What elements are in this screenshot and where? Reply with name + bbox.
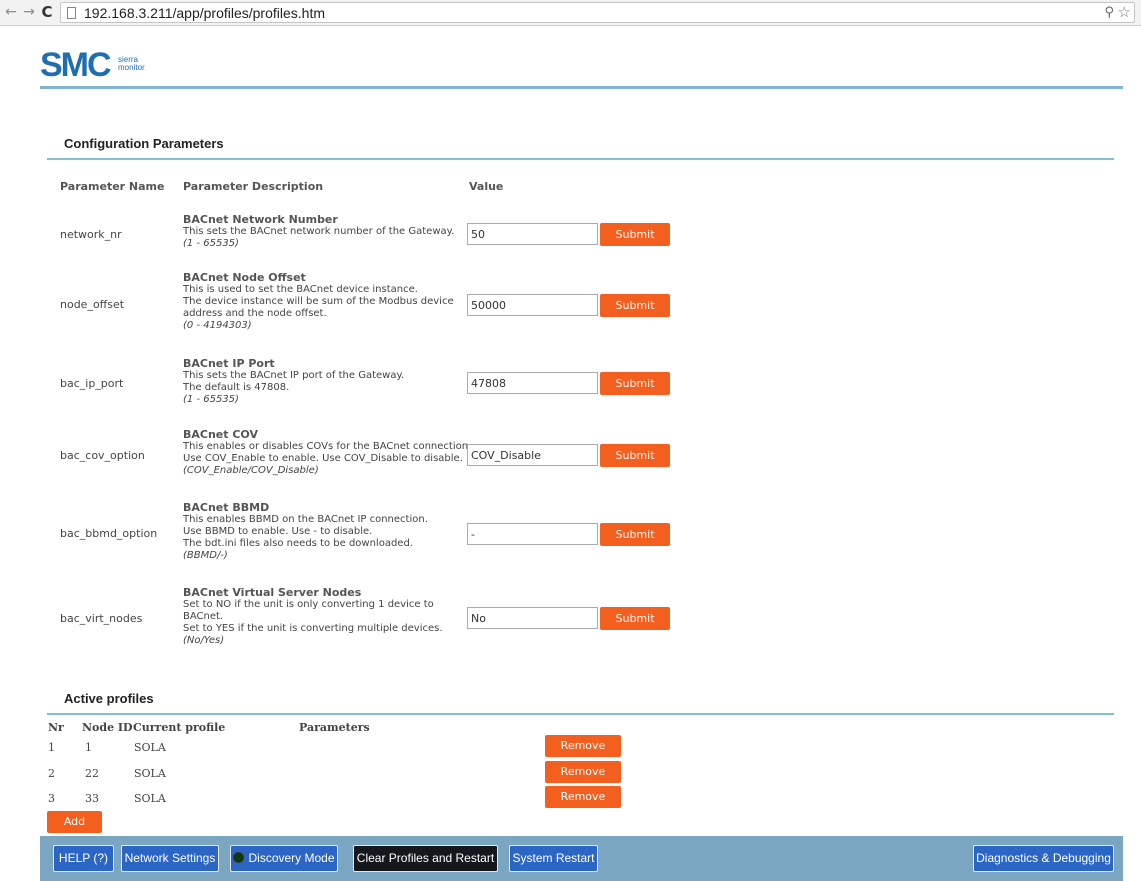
parameter-value-input[interactable] [467,607,598,629]
parameter-name: bac_bbmd_option [60,527,158,540]
profile-cell-nr: 1 [48,741,55,754]
profile-cell-profile: SOLA [134,792,166,805]
submit-button[interactable]: Submit [600,223,670,246]
col-parameters: Parameters [299,721,370,734]
browser-toolbar: ← → C 192.168.3.211/app/profiles/profile… [0,0,1141,26]
parameter-range: (No/Yes) [183,635,225,646]
config-section-divider [47,158,1114,160]
parameter-description: BACnet IP Port This sets the BACnet IP po… [183,358,473,406]
parameter-name: network_nr [60,228,122,241]
header-divider [40,86,1123,89]
submit-button[interactable]: Submit [600,523,670,546]
col-parameter-description: Parameter Description [183,180,324,193]
col-node-id: Node ID [82,721,133,734]
remove-profile-button[interactable]: Remove [545,761,621,783]
url-text[interactable]: 192.168.3.211/app/profiles/profiles.htm [84,4,325,22]
parameter-name: bac_virt_nodes [60,612,143,625]
discovery-mode-button[interactable]: Discovery Mode [230,845,338,872]
submit-button[interactable]: Submit [600,294,670,317]
bookmark-star-icon[interactable]: ☆ [1118,3,1131,21]
parameter-description-line: This is used to set the BACnet device in… [183,284,418,295]
parameter-description-line: Use BBMD to enable. Use - to disable. [183,526,373,537]
parameter-description-line: Set to NO if the unit is only converting… [183,599,434,622]
parameter-range: (1 - 65535) [183,238,239,249]
remove-profile-button[interactable]: Remove [545,786,621,808]
col-current-profile: Current profile [133,721,226,734]
col-parameter-name: Parameter Name [60,180,165,193]
col-nr: Nr [48,721,64,734]
parameter-value-input[interactable] [467,294,598,316]
parameter-range: (1 - 65535) [183,394,239,405]
parameter-title: BACnet Virtual Server Nodes [183,586,362,599]
parameter-description-line: Use COV_Enable to enable. Use COV_Disabl… [183,453,463,464]
parameter-description-line: This sets the BACnet network number of t… [183,226,455,237]
parameter-description-line: This enables BBMD on the BACnet IP conne… [183,514,428,525]
add-profile-button[interactable]: Add [47,811,102,833]
parameter-description-line: The default is 47808. [183,382,290,393]
parameter-title: BACnet Node Offset [183,271,306,284]
parameter-range: (0 - 4194303) [183,320,252,331]
parameter-name: node_offset [60,298,125,311]
footer-bar: HELP (?) Network Settings Discovery Mode… [40,836,1123,881]
parameter-title: BACnet COV [183,428,258,441]
parameter-range: (COV_Enable/COV_Disable) [183,465,319,476]
parameter-description-line: This sets the BACnet IP port of the Gate… [183,370,405,381]
parameter-description: BACnet Virtual Server Nodes Set to NO if … [183,587,473,647]
parameter-value-input[interactable] [467,223,598,245]
reload-icon[interactable]: C [38,3,56,21]
parameter-title: BACnet Network Number [183,213,338,226]
parameter-description-line: This enables or disables COVs for the BA… [183,441,472,452]
address-bar[interactable]: 192.168.3.211/app/profiles/profiles.htm … [60,2,1135,23]
parameter-name: bac_ip_port [60,377,124,390]
parameter-title: BACnet BBMD [183,501,270,514]
system-restart-button[interactable]: System Restart [509,845,598,872]
submit-button[interactable]: Submit [600,372,670,395]
submit-button[interactable]: Submit [600,607,670,630]
parameter-value-input[interactable] [467,523,598,545]
profiles-section-title: Active profiles [64,691,154,706]
col-value: Value [469,180,504,193]
profile-cell-node-id: 22 [85,767,99,780]
parameter-description: BACnet Network Number This sets the BACne… [183,214,473,250]
clear-profiles-restart-button[interactable]: Clear Profiles and Restart [353,845,498,872]
parameter-description-line: The device instance will be sum of the M… [183,296,454,319]
parameter-range: (BBMD/-) [183,550,228,561]
submit-button[interactable]: Submit [600,444,670,467]
remove-profile-button[interactable]: Remove [545,735,621,757]
smc-logo: SMC sierra monitor [40,46,145,84]
parameter-value-input[interactable] [467,372,598,394]
logo-subtext: sierra monitor [118,55,145,72]
parameter-description: BACnet Node Offset This is used to set th… [183,272,473,332]
profile-cell-node-id: 1 [85,741,92,754]
zoom-icon[interactable]: ⚲ [1104,4,1114,22]
logo-main-text: SMC [40,46,112,84]
parameter-description: BACnet COV This enables or disables COVs … [183,429,473,477]
parameter-description-line: The bdt.ini files also needs to be downl… [183,538,413,549]
parameter-name: bac_cov_option [60,449,145,462]
forward-arrow-icon[interactable]: → [20,3,38,21]
profile-cell-nr: 2 [48,767,55,780]
config-section-title: Configuration Parameters [64,136,224,151]
profile-cell-nr: 3 [48,792,55,805]
network-settings-button[interactable]: Network Settings [121,845,219,872]
parameter-title: BACnet IP Port [183,357,275,370]
diagnostics-debugging-button[interactable]: Diagnostics & Debugging [973,845,1114,872]
parameter-value-input[interactable] [467,444,598,466]
profile-cell-node-id: 33 [85,792,99,805]
profile-cell-profile: SOLA [134,741,166,754]
parameter-description: BACnet BBMD This enables BBMD on the BACn… [183,502,473,562]
discovery-status-dot-icon [233,852,245,863]
parameter-description-line: Set to YES if the unit is converting mul… [183,623,443,634]
page-icon [67,7,76,19]
back-arrow-icon[interactable]: ← [2,3,20,21]
profiles-section-divider [47,713,1114,715]
profile-cell-profile: SOLA [134,767,166,780]
help-button[interactable]: HELP (?) [53,845,114,872]
